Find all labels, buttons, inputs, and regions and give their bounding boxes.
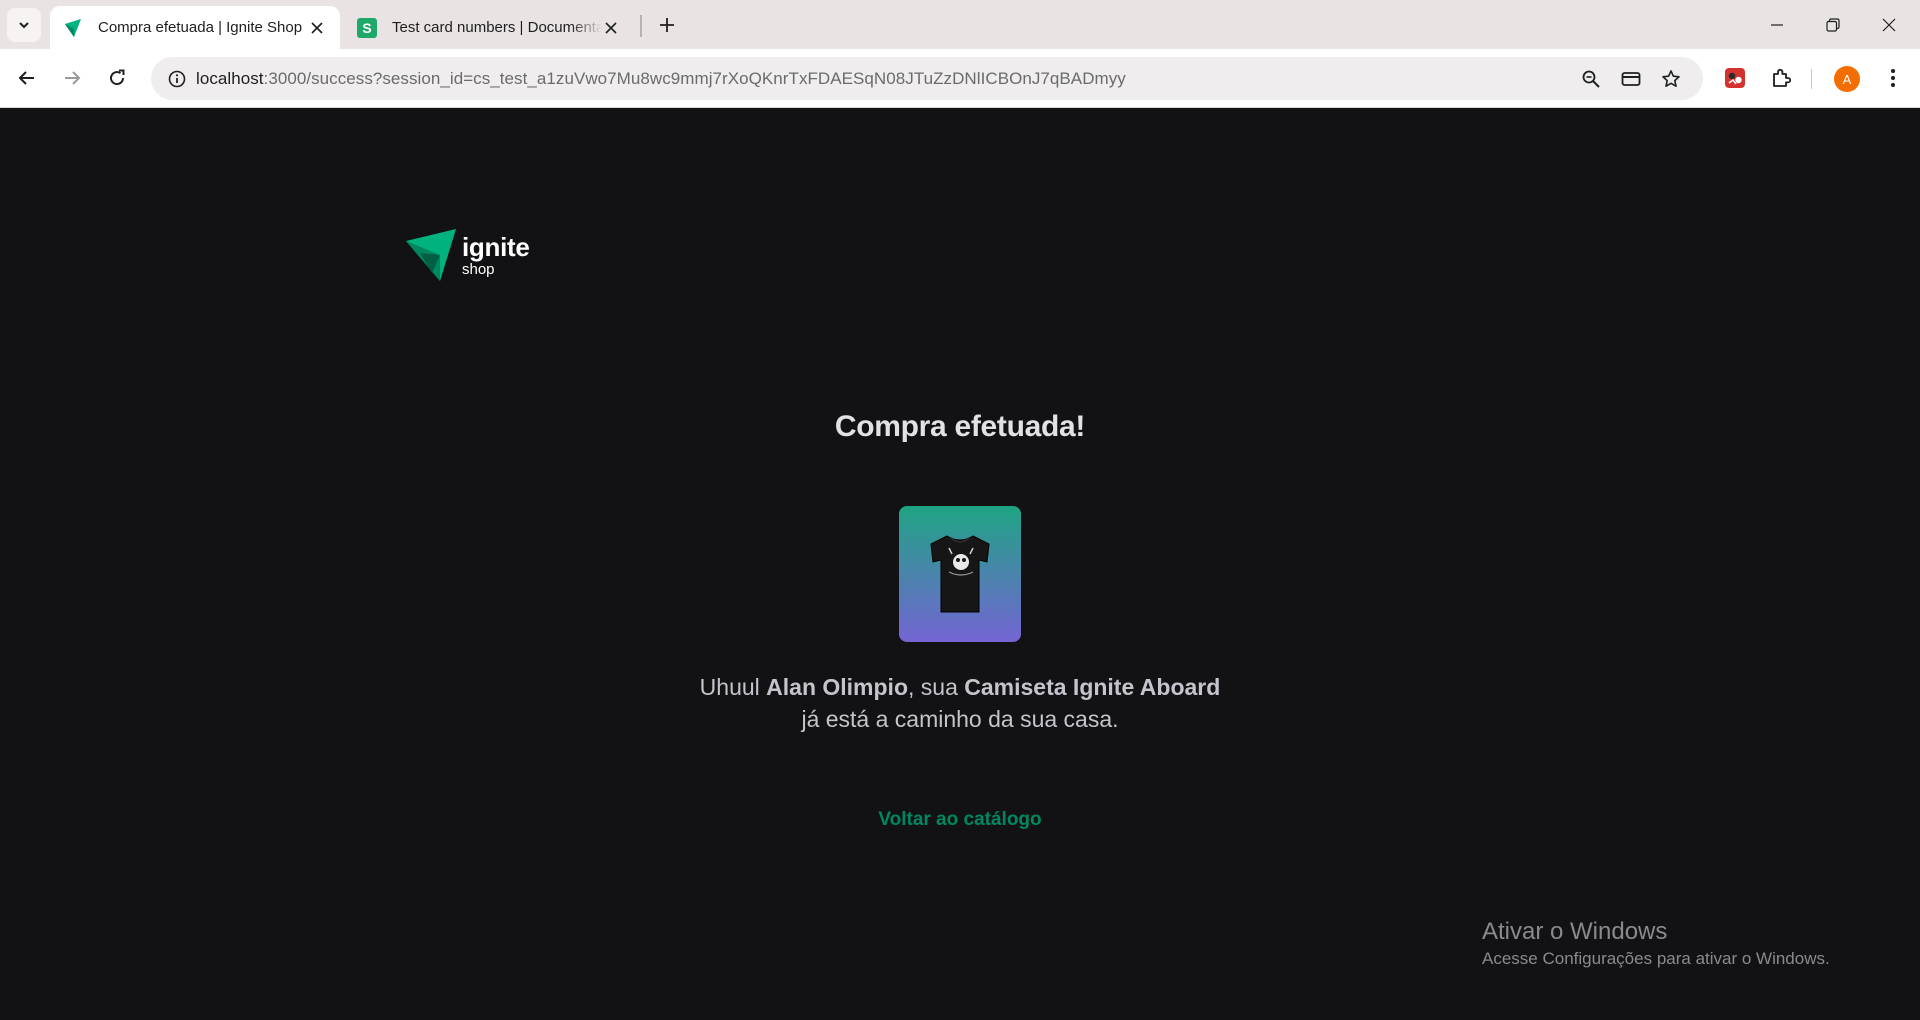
tab-separator: [640, 15, 642, 37]
bookmark-star-icon[interactable]: [1655, 63, 1687, 95]
ignite-shop-logo[interactable]: ignite shop: [406, 229, 530, 281]
tab-compra-efetuada[interactable]: Compra efetuada | Ignite Shop: [50, 6, 340, 49]
zoom-icon[interactable]: [1575, 63, 1607, 95]
watermark-title: Ativar o Windows: [1482, 918, 1668, 945]
arrow-left-icon: [18, 71, 34, 85]
extension-button[interactable]: [1716, 59, 1754, 97]
close-tab-icon[interactable]: [306, 17, 328, 39]
new-tab-button[interactable]: [650, 8, 684, 42]
tshirt-icon: [930, 535, 990, 613]
plus-icon: [660, 18, 674, 32]
tab-title: Compra efetuada | Ignite Shop: [98, 19, 303, 36]
reload-icon: [110, 69, 125, 86]
back-button[interactable]: [8, 59, 46, 97]
payment-card-icon[interactable]: [1615, 63, 1647, 95]
address-bar[interactable]: localhost:3000/success?session_id=cs_tes…: [151, 57, 1703, 100]
windows-activation-watermark: Ativar o Windows Acesse Configurações pa…: [1482, 917, 1830, 971]
url-host: localhost: [196, 69, 264, 88]
page-title: Compra efetuada!: [834, 410, 1086, 443]
logo-wordmark: ignite shop: [462, 233, 530, 279]
profile-avatar[interactable]: A: [1834, 66, 1860, 92]
site-info-icon[interactable]: [161, 63, 193, 95]
browser-menu-button[interactable]: [1874, 59, 1912, 97]
ignite-favicon-icon: [62, 17, 84, 39]
arrow-right-icon: [65, 71, 81, 85]
watermark-subtitle: Acesse Configurações para ativar o Windo…: [1482, 949, 1830, 968]
ignite-logo-icon: [406, 229, 456, 281]
tab-search-button[interactable]: [7, 8, 41, 42]
tab-title: Test card numbers | Documentation: [392, 19, 602, 36]
tab-test-card-numbers[interactable]: S Test card numbers | Documentation: [344, 6, 634, 49]
message-prefix: Uhuul: [699, 674, 767, 700]
back-to-catalog-link[interactable]: Voltar ao catálogo: [878, 809, 1041, 830]
product-image: [899, 506, 1021, 642]
minimize-button[interactable]: [1749, 0, 1805, 49]
url-text[interactable]: localhost:3000/success?session_id=cs_tes…: [196, 69, 1126, 89]
forward-button[interactable]: [53, 59, 91, 97]
success-page: ignite shop Compra efetuada! Uhuul Alan …: [0, 109, 1920, 1020]
logo-line2: shop: [462, 261, 495, 278]
close-window-button[interactable]: [1861, 0, 1917, 49]
browser-toolbar: localhost:3000/success?session_id=cs_tes…: [0, 49, 1920, 108]
restore-icon: [1826, 17, 1840, 32]
url-path: :3000/success?session_id=cs_test_a1zuVwo…: [263, 69, 1126, 88]
svg-text:S: S: [362, 20, 371, 36]
reload-button[interactable]: [98, 59, 136, 97]
close-icon: [1882, 18, 1896, 31]
toolbar-separator: [1811, 69, 1812, 89]
product-name: Camiseta Ignite Aboard: [964, 674, 1221, 700]
message-middle: , sua: [908, 674, 965, 700]
minimize-icon: [1771, 23, 1783, 26]
browser-tabstrip: Compra efetuada | Ignite Shop S Test car…: [0, 0, 1920, 49]
close-tab-icon[interactable]: [600, 17, 622, 39]
puzzle-icon: [1773, 68, 1792, 87]
extension-puzzle-red-icon: [1725, 68, 1745, 88]
extensions-menu-button[interactable]: [1762, 59, 1800, 97]
stripe-favicon-icon: S: [356, 17, 378, 39]
back-to-catalog-wrapper: Voltar ao catálogo: [0, 809, 1920, 831]
logo-line1: ignite: [462, 232, 530, 262]
chevron-down-icon: [19, 22, 29, 29]
restore-button[interactable]: [1805, 0, 1861, 49]
message-suffix: já está a caminho da sua casa.: [801, 706, 1119, 732]
more-vertical-icon: [1891, 69, 1895, 87]
customer-name: Alan Olimpio: [766, 674, 908, 700]
success-message: Uhuul Alan Olimpio, sua Camiseta Ignite …: [690, 671, 1230, 735]
